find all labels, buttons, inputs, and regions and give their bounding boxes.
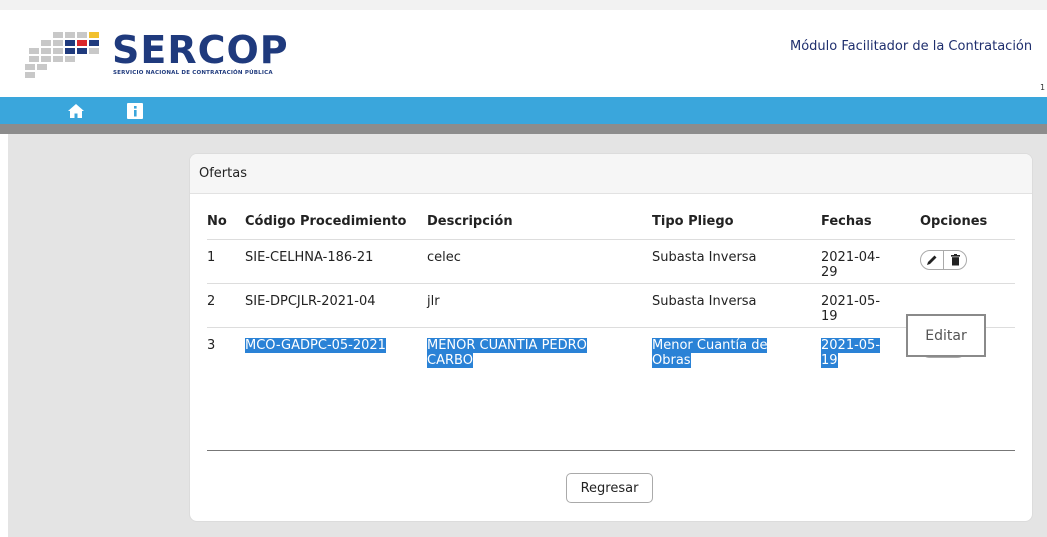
cell-tipo: Subasta Inversa xyxy=(652,239,821,284)
cell-descripcion: celec xyxy=(427,239,652,284)
col-descripcion: Descripción xyxy=(427,214,513,229)
table-row: 2 SIE-DPCJLR-2021-04 jlr Subasta Inversa… xyxy=(207,283,1015,328)
home-icon[interactable] xyxy=(66,101,86,120)
table-row: 3 MCO-GADPC-05-2021 MENOR CUANTIA PEDRO … xyxy=(207,327,1015,372)
table-row: 1 SIE-CELHNA-186-21 celec Subasta Invers… xyxy=(207,239,1015,284)
selected-descripcion: MENOR CUANTIA PEDRO CARBO xyxy=(427,338,587,368)
cell-tipo: Subasta Inversa xyxy=(652,283,821,328)
cell-no: 3 xyxy=(207,327,245,372)
cell-tipo: Menor Cuantía de Obras xyxy=(652,327,821,372)
sub-bar xyxy=(0,124,1047,134)
navbar xyxy=(0,97,1047,124)
fecha-text: 2021-05-19 xyxy=(821,294,881,324)
cell-descripcion: MENOR CUANTIA PEDRO CARBO xyxy=(427,327,652,372)
selected-tipo: Menor Cuantía de Obras xyxy=(652,338,768,368)
selected-fecha: 2021-05-19 xyxy=(821,338,881,368)
header: SERCOP SERVICIO NACIONAL DE CONTRATACIÓN… xyxy=(0,10,1047,97)
col-fechas: Fechas xyxy=(821,214,872,229)
col-codigo: Código Procedimiento xyxy=(245,214,407,229)
header-small-text: 1 xyxy=(1040,83,1046,92)
module-title: Módulo Facilitador de la Contratación xyxy=(790,39,1033,54)
delete-button[interactable] xyxy=(943,251,966,269)
offers-table: No Código Procedimiento Descripción Tipo… xyxy=(207,214,1015,372)
logo-title: SERCOP xyxy=(112,28,289,72)
cell-fecha: 2021-04-29 xyxy=(821,239,920,284)
cell-opciones xyxy=(920,239,1015,284)
cell-codigo: SIE-CELHNA-186-21 xyxy=(245,239,427,284)
col-no: No xyxy=(207,214,227,229)
selected-codigo: MCO-GADPC-05-2021 xyxy=(245,338,386,353)
edit-button[interactable] xyxy=(921,251,943,269)
cell-no: 1 xyxy=(207,239,245,284)
left-panel xyxy=(0,134,8,537)
card-title: Ofertas xyxy=(190,154,1032,194)
fecha-text: 2021-04-29 xyxy=(821,250,881,280)
top-strip xyxy=(0,0,1047,10)
col-opciones: Opciones xyxy=(920,214,988,229)
pencil-icon xyxy=(927,255,937,265)
edit-tooltip: Editar xyxy=(906,314,986,357)
cell-descripcion: jlr xyxy=(427,283,652,328)
divider xyxy=(207,450,1015,451)
logo-subtitle: SERVICIO NACIONAL DE CONTRATACIÓN PÚBLIC… xyxy=(113,70,273,76)
cell-no: 2 xyxy=(207,283,245,328)
trash-icon xyxy=(950,254,960,266)
col-tipo: Tipo Pliego xyxy=(652,214,734,229)
info-icon[interactable] xyxy=(125,101,145,120)
table-header-row: No Código Procedimiento Descripción Tipo… xyxy=(207,214,1015,240)
back-button[interactable]: Regresar xyxy=(566,473,653,503)
cell-codigo: MCO-GADPC-05-2021 xyxy=(245,327,427,372)
sercop-logo-mark xyxy=(25,32,99,78)
row-actions xyxy=(920,250,967,270)
cell-codigo: SIE-DPCJLR-2021-04 xyxy=(245,283,427,328)
